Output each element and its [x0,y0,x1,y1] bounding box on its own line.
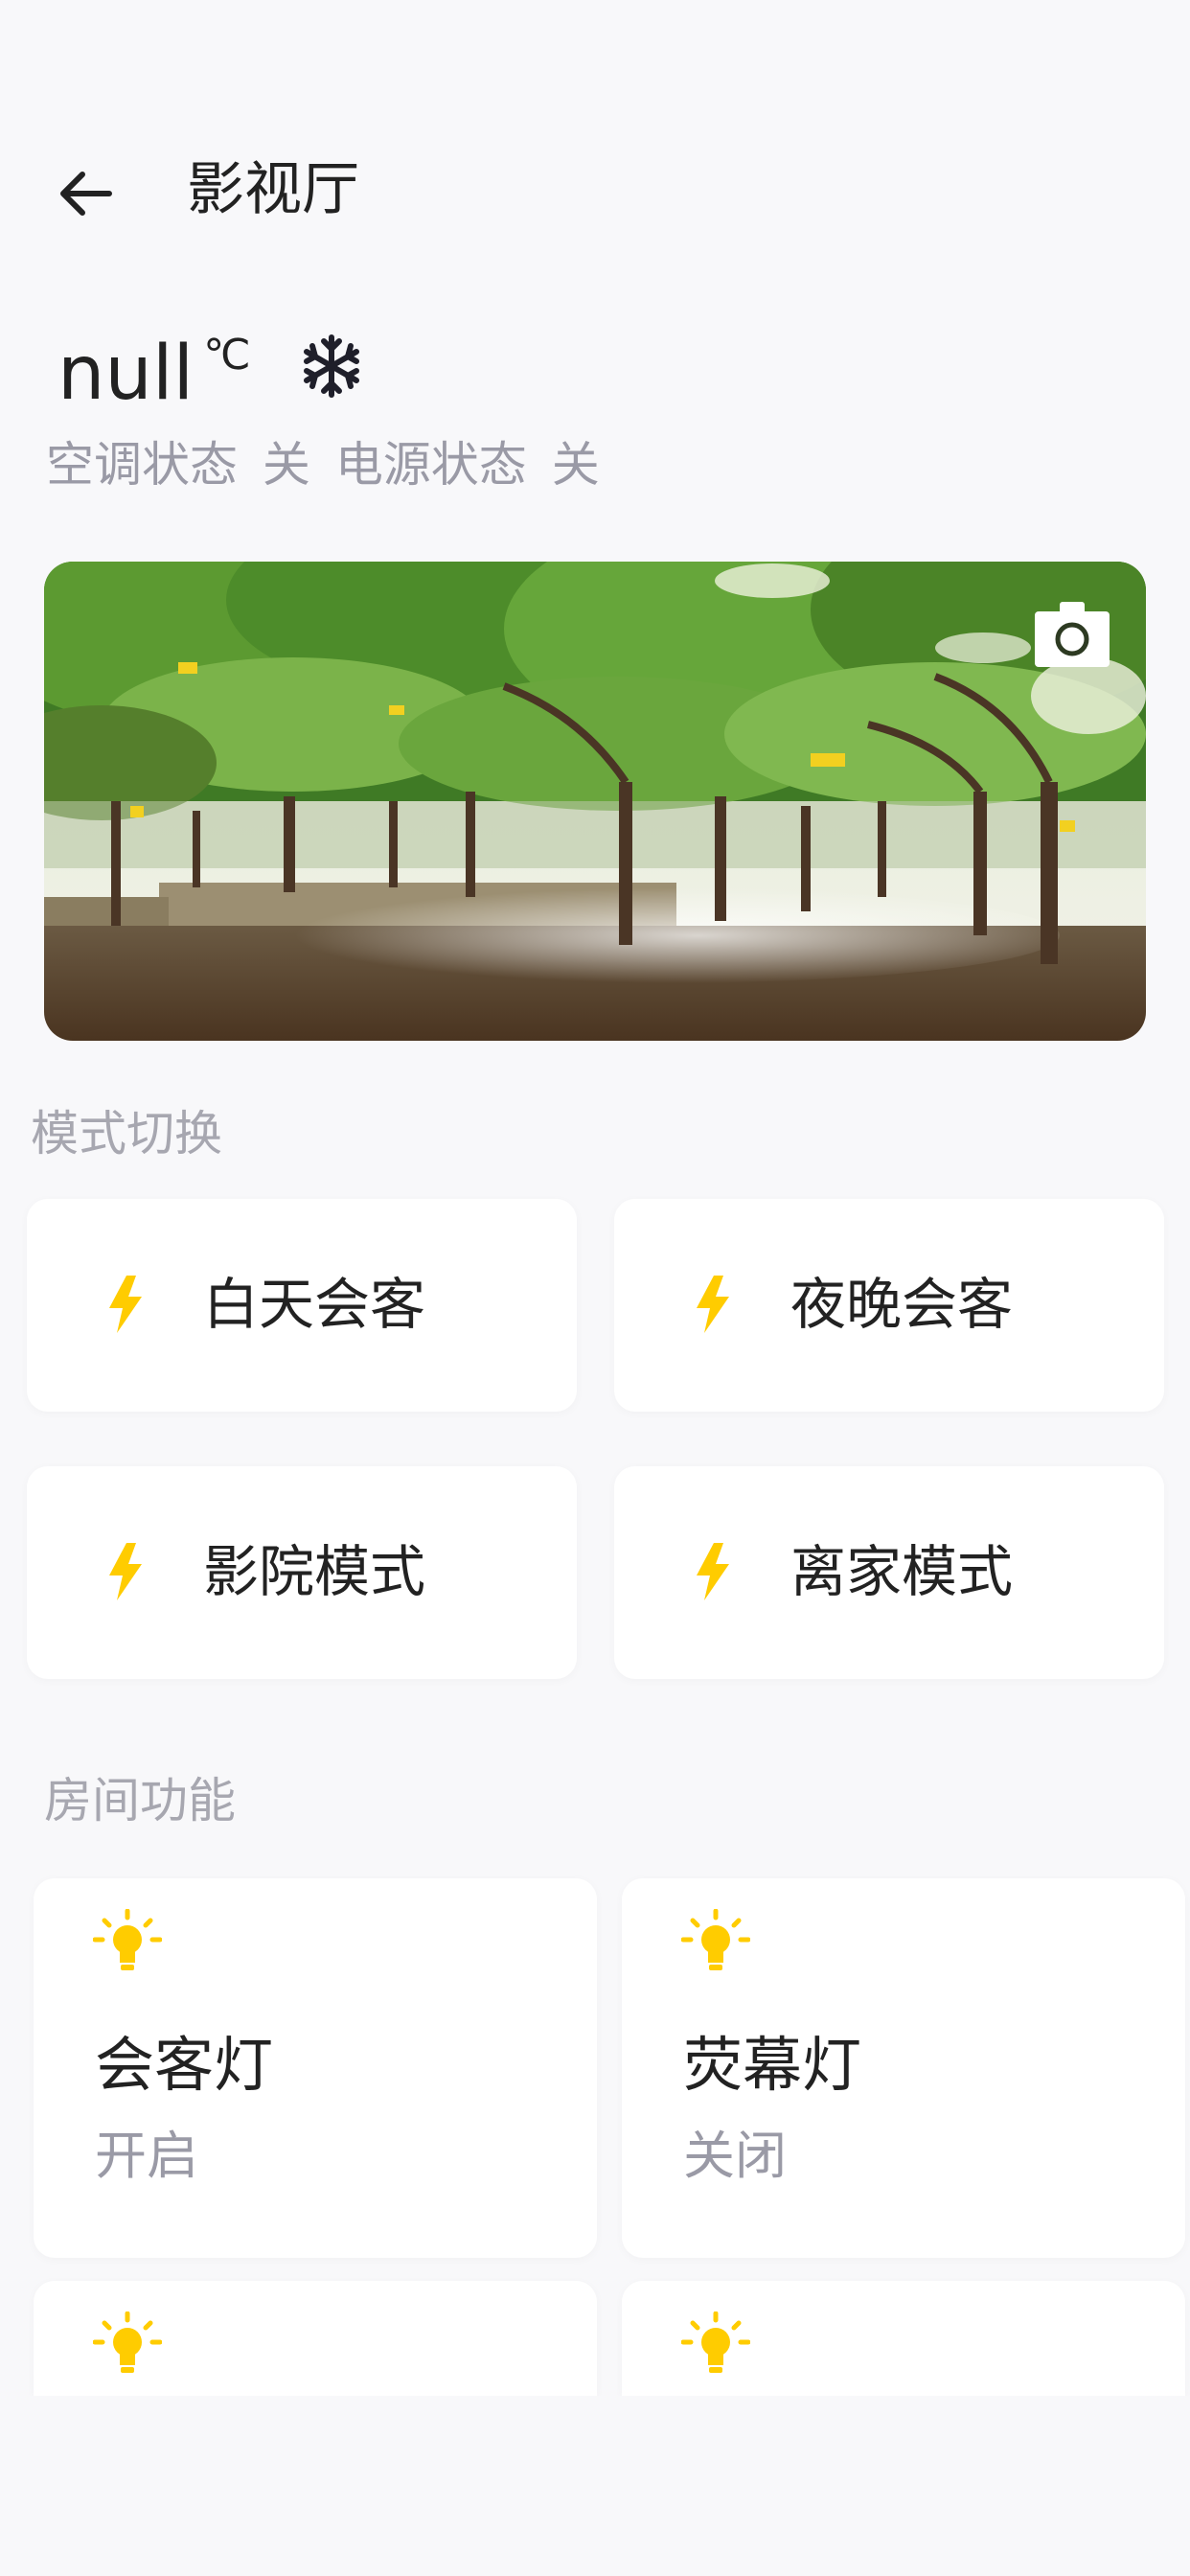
temperature-value: null [57,331,195,417]
arrow-left-icon [60,172,112,216]
modes-section-title: 模式切换 [31,1106,222,1162]
header: 影视厅 [0,134,1190,249]
mode-card-away[interactable]: 离家模式 [614,1466,1164,1679]
power-status-label: 电源状态 [334,437,527,493]
camera-preview-image [44,562,1146,1041]
mode-label: 离家模式 [790,1539,1014,1604]
back-button[interactable] [48,155,125,232]
temperature-display: null ℃ [57,316,366,431]
function-name: 荧幕灯 [683,2030,862,2100]
status-line: 空调状态 关 电源状态 关 [46,431,609,498]
function-state: 开启 [95,2126,198,2186]
function-card[interactable] [34,2281,597,2396]
mode-label: 夜晚会客 [790,1272,1014,1337]
lightbulb-icon [681,2312,750,2373]
camera-icon[interactable] [1033,600,1111,669]
snowflake-icon [303,334,359,398]
lightning-icon [697,1543,729,1600]
lightning-icon [109,1543,142,1600]
mode-card-cinema[interactable]: 影院模式 [27,1466,577,1679]
mode-label: 白天会客 [203,1272,426,1337]
function-state: 关闭 [683,2126,787,2186]
power-status-value: 关 [551,437,600,493]
ac-status-label: 空调状态 [46,437,238,493]
functions-section-title: 房间功能 [44,1773,236,1828]
camera-preview[interactable] [44,562,1146,1041]
temperature-unit: ℃ [203,331,251,380]
mode-card-night-guest[interactable]: 夜晚会客 [614,1199,1164,1412]
ac-status-value: 关 [262,437,310,493]
lightbulb-icon [93,1909,162,1970]
function-card-guest-light[interactable]: 会客灯 开启 [34,1878,597,2258]
function-card[interactable] [622,2281,1185,2396]
bottom-area [0,2396,1190,2576]
function-card-screen-light[interactable]: 荧幕灯 关闭 [622,1878,1185,2258]
page-title: 影视厅 [187,156,359,223]
status-bar-area [0,0,1190,96]
lightbulb-icon [93,2312,162,2373]
lightning-icon [697,1276,729,1333]
mode-card-day-guest[interactable]: 白天会客 [27,1199,577,1412]
function-name: 会客灯 [95,2030,274,2100]
lightbulb-icon [681,1909,750,1970]
mode-label: 影院模式 [203,1539,426,1604]
lightning-icon [109,1276,142,1333]
